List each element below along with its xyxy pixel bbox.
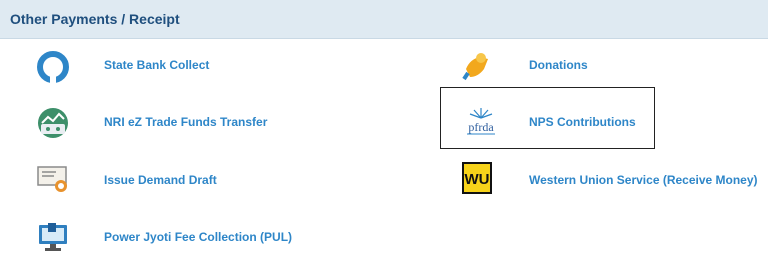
- svg-text:pfrda: pfrda: [468, 120, 494, 134]
- sbi-logo-icon: [36, 50, 70, 84]
- menu-item-state-bank-collect[interactable]: State Bank Collect: [30, 36, 360, 94]
- menu-item-label: NPS Contributions: [529, 115, 636, 129]
- menu-item-label: State Bank Collect: [104, 58, 210, 72]
- panel-header: Other Payments / Receipt: [0, 0, 768, 39]
- menu-item-donations[interactable]: Donations: [440, 36, 760, 94]
- menu-item-nri-ez-trade[interactable]: NRI eZ Trade Funds Transfer: [30, 94, 360, 152]
- pfrda-logo-icon: pfrda: [461, 104, 501, 138]
- menu-item-nps-contributions[interactable]: pfrda NPS Contributions: [440, 87, 655, 149]
- menu-item-label: NRI eZ Trade Funds Transfer: [104, 115, 268, 129]
- menu-item-label: Donations: [529, 58, 588, 72]
- svg-text:WU: WU: [465, 171, 490, 188]
- donation-hand-icon: [460, 49, 494, 83]
- demand-draft-icon: [36, 162, 70, 196]
- menu-item-western-union[interactable]: WU Western Union Service (Receive Money): [440, 152, 760, 210]
- menu-item-issue-demand-draft[interactable]: Issue Demand Draft: [30, 152, 360, 210]
- menu-item-label: Issue Demand Draft: [104, 173, 217, 187]
- panel-title: Other Payments / Receipt: [10, 11, 180, 27]
- other-payments-panel: Other Payments / Receipt State Bank Coll…: [0, 0, 768, 266]
- computer-monitor-icon: [36, 220, 70, 254]
- menu-item-power-jyoti[interactable]: Power Jyoti Fee Collection (PUL): [30, 208, 360, 266]
- menu-item-label: Power Jyoti Fee Collection (PUL): [104, 230, 293, 244]
- nri-trade-icon: [36, 106, 70, 140]
- western-union-logo-icon: WU: [462, 162, 492, 194]
- menu-item-label: Western Union Service (Receive Money): [529, 173, 758, 187]
